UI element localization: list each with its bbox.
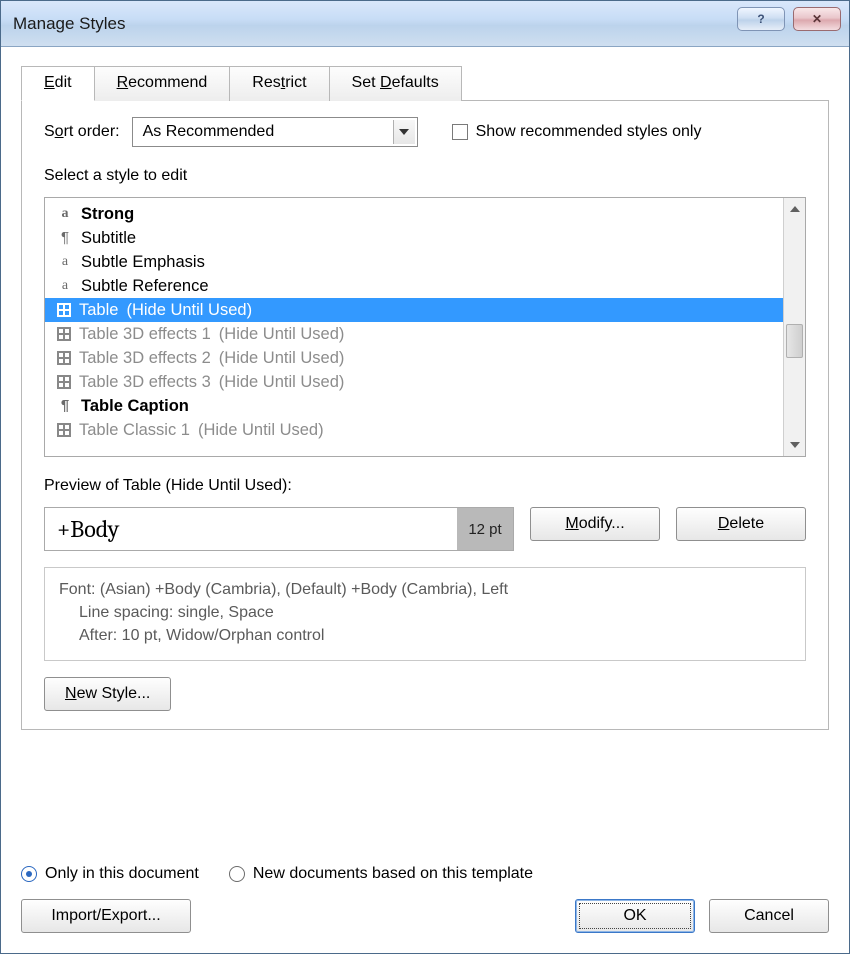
- table-style-icon: [57, 351, 71, 365]
- style-note: (Hide Until Used): [219, 370, 345, 394]
- paragraph-style-icon: [57, 230, 73, 246]
- tab-set-defaults[interactable]: Set Defaults: [329, 66, 462, 101]
- style-item[interactable]: a Subtle Emphasis: [45, 250, 783, 274]
- new-documents-template-label: New documents based on this template: [253, 865, 533, 883]
- style-note: (Hide Until Used): [219, 346, 345, 370]
- sort-order-select[interactable]: As Recommended: [132, 117, 418, 147]
- sort-order-value: As Recommended: [143, 123, 275, 141]
- character-style-icon: a: [57, 206, 73, 222]
- style-name: Subtle Reference: [81, 274, 209, 298]
- checkbox-icon: [452, 124, 468, 140]
- ok-button[interactable]: OK: [575, 899, 695, 933]
- help-icon: ?: [757, 12, 764, 26]
- chevron-down-icon: [393, 120, 415, 144]
- window-title: Manage Styles: [13, 14, 125, 34]
- style-note: (Hide Until Used): [198, 418, 324, 442]
- style-name: Table 3D effects 1: [79, 322, 211, 346]
- style-item[interactable]: Table 3D effects 3 (Hide Until Used): [45, 370, 783, 394]
- cancel-button[interactable]: Cancel: [709, 899, 829, 933]
- style-item[interactable]: Table Classic 1 (Hide Until Used): [45, 418, 783, 442]
- table-style-icon: [57, 303, 71, 317]
- character-style-icon: a: [57, 254, 73, 270]
- only-this-document-radio[interactable]: Only in this document: [21, 865, 199, 883]
- style-name: Subtitle: [81, 226, 136, 250]
- style-item[interactable]: Table (Hide Until Used): [45, 298, 783, 322]
- new-style-button[interactable]: New Style...: [44, 677, 171, 711]
- style-item[interactable]: a Subtle Reference: [45, 274, 783, 298]
- style-note: (Hide Until Used): [219, 322, 345, 346]
- tab-edit[interactable]: Edit: [21, 66, 95, 101]
- style-note: (Hide Until Used): [126, 298, 252, 322]
- tab-restrict[interactable]: Restrict: [229, 66, 329, 101]
- tabstrip: Edit Recommend Restrict Set Defaults: [21, 65, 829, 101]
- new-documents-template-radio[interactable]: New documents based on this template: [229, 865, 533, 883]
- style-item[interactable]: Subtitle: [45, 226, 783, 250]
- style-description: Font: (Asian) +Body (Cambria), (Default)…: [44, 567, 806, 661]
- style-name: Table 3D effects 3: [79, 370, 211, 394]
- scrollbar[interactable]: [783, 198, 805, 456]
- tab-page-edit: Sort order: As Recommended Show recommen…: [21, 101, 829, 730]
- style-list[interactable]: a StrongSubtitle a Subtle Emphasis a Subtle R…: [44, 197, 806, 457]
- style-name: Strong: [81, 202, 134, 226]
- scroll-down-button[interactable]: [784, 434, 805, 456]
- only-this-document-label: Only in this document: [45, 865, 199, 883]
- manage-styles-dialog: Manage Styles ? ✕ Edit Recommend Restric…: [0, 0, 850, 954]
- radio-icon: [21, 866, 37, 882]
- preview-label: Preview of Table (Hide Until Used):: [44, 477, 806, 495]
- style-item[interactable]: Table Caption: [45, 394, 783, 418]
- show-recommended-only-checkbox[interactable]: Show recommended styles only: [452, 123, 702, 141]
- close-button[interactable]: ✕: [793, 7, 841, 31]
- preview-font-name: +Body: [45, 515, 457, 543]
- titlebar: Manage Styles ? ✕: [1, 1, 849, 47]
- style-item[interactable]: Table 3D effects 1 (Hide Until Used): [45, 322, 783, 346]
- preview-box: +Body 12 pt: [44, 507, 514, 551]
- desc-line-3: After: 10 pt, Widow/Orphan control: [59, 624, 791, 647]
- show-recommended-only-label: Show recommended styles only: [476, 123, 702, 141]
- modify-button[interactable]: Modify...: [530, 507, 660, 541]
- tab-recommend[interactable]: Recommend: [94, 66, 231, 101]
- desc-line-1: Font: (Asian) +Body (Cambria), (Default)…: [59, 578, 791, 601]
- character-style-icon: a: [57, 278, 73, 294]
- help-button[interactable]: ?: [737, 7, 785, 31]
- paragraph-style-icon: [57, 398, 73, 414]
- select-style-label: Select a style to edit: [44, 167, 806, 185]
- import-export-button[interactable]: Import/Export...: [21, 899, 191, 933]
- style-item[interactable]: a Strong: [45, 202, 783, 226]
- style-item[interactable]: Table 3D effects 2 (Hide Until Used): [45, 346, 783, 370]
- style-name: Table: [79, 298, 118, 322]
- sort-order-label: Sort order:: [44, 123, 120, 141]
- table-style-icon: [57, 423, 71, 437]
- close-icon: ✕: [812, 12, 822, 26]
- style-name: Table Classic 1: [79, 418, 190, 442]
- style-name: Table 3D effects 2: [79, 346, 211, 370]
- scroll-thumb[interactable]: [786, 324, 803, 358]
- delete-button[interactable]: Delete: [676, 507, 806, 541]
- scroll-up-button[interactable]: [784, 198, 805, 220]
- table-style-icon: [57, 327, 71, 341]
- radio-icon: [229, 866, 245, 882]
- desc-line-2: Line spacing: single, Space: [59, 601, 791, 624]
- preview-font-size: 12 pt: [457, 508, 513, 550]
- style-name: Table Caption: [81, 394, 189, 418]
- table-style-icon: [57, 375, 71, 389]
- style-name: Subtle Emphasis: [81, 250, 205, 274]
